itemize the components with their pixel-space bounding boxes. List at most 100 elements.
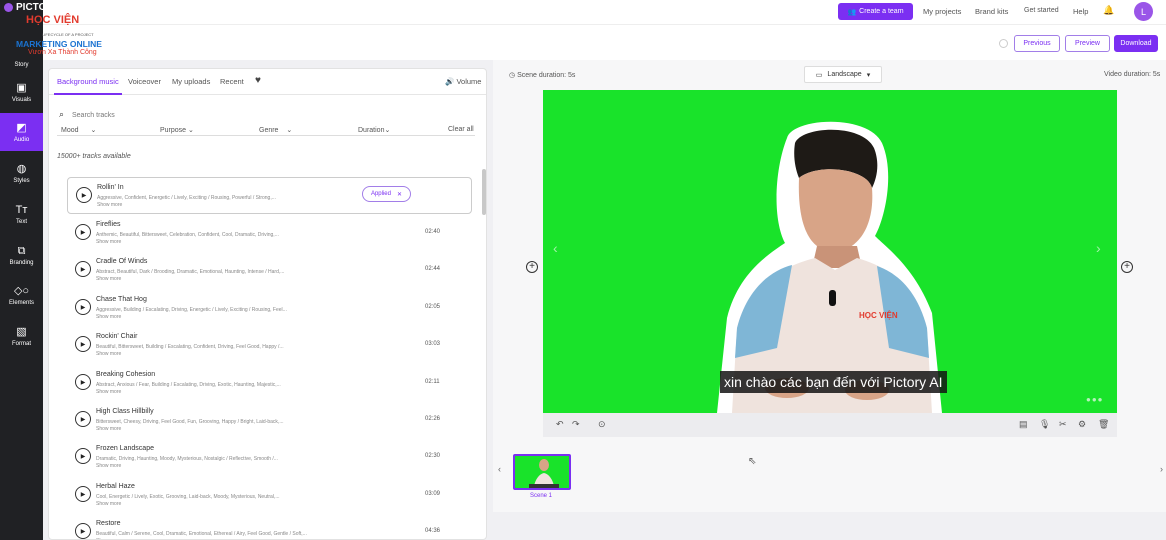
undo-icon[interactable]: ↶: [556, 419, 564, 430]
filter-genre[interactable]: Genre ⌄: [259, 126, 292, 134]
rail-item-label: Elements: [8, 299, 34, 306]
preview-button[interactable]: Preview: [1065, 35, 1110, 52]
show-more-link[interactable]: Show more: [96, 314, 121, 320]
download-button[interactable]: Download: [1114, 35, 1158, 52]
scissors-icon[interactable]: ✂: [1059, 419, 1067, 430]
add-scene-before-icon[interactable]: +: [526, 261, 538, 273]
filter-purpose[interactable]: Purpose ⌄: [160, 126, 194, 134]
clear-all-link[interactable]: Clear all: [448, 126, 474, 133]
create-team-button[interactable]: 👥 Create a team: [838, 3, 913, 20]
active-tab-indicator: [54, 93, 122, 95]
track-row[interactable]: ▶ Chase That Hog Aggressive, Building / Es…: [67, 290, 472, 327]
play-icon[interactable]: ▶: [76, 187, 92, 203]
search-tracks[interactable]: ⌕ Search tracks: [59, 109, 115, 120]
track-row[interactable]: ▶ Cradle Of Winds Abstract, Beautiful, Dar…: [67, 252, 472, 289]
audio-panel: Background music Voiceover My uploads Re…: [48, 68, 487, 540]
track-row[interactable]: ▶ Rollin' In Aggressive, Confident, Energe…: [67, 177, 472, 214]
track-row[interactable]: ▶ High Class Hillbilly Bittersweet, Cheesy…: [67, 402, 472, 439]
image-icon: ▣: [16, 81, 27, 94]
rail-item-elements[interactable]: ◇○ Elements: [0, 276, 43, 314]
play-icon[interactable]: ▶: [75, 336, 91, 352]
help-link[interactable]: Help: [1073, 7, 1088, 16]
track-tags: Bittersweet, Cheesy, Driving, Feel Good,…: [96, 419, 284, 425]
rail-item-label: Format: [11, 340, 31, 347]
subtitle-caption[interactable]: xin chào các bạn đến với Pictory AI: [720, 371, 947, 393]
track-row[interactable]: ▶ Herbal Haze Cool, Energetic / Lively, Ex…: [67, 477, 472, 514]
show-more-link[interactable]: Show more: [96, 351, 121, 357]
scene-duration: ◷ Scene duration: 5s: [509, 71, 575, 79]
track-tags: Aggressive, Confident, Energetic / Livel…: [97, 195, 276, 201]
prev-arrow-icon[interactable]: ‹: [553, 240, 558, 256]
more-dots-icon[interactable]: ●●●: [1086, 395, 1104, 404]
scrollbar[interactable]: [482, 169, 486, 215]
track-row[interactable]: ▶ Rockin' Chair Beautiful, Bittersweet, Bu…: [67, 327, 472, 364]
redo-icon[interactable]: ↷: [572, 419, 580, 430]
show-more-link[interactable]: Show more: [96, 426, 121, 432]
volume-button[interactable]: 🔊 Volume: [445, 77, 481, 86]
filter-label: Purpose: [160, 127, 187, 134]
tab-recent[interactable]: Recent: [220, 77, 244, 86]
avatar[interactable]: L: [1134, 2, 1153, 21]
show-more-link[interactable]: Show more: [96, 463, 121, 469]
tab-my-uploads[interactable]: My uploads: [172, 77, 210, 86]
applied-badge[interactable]: Applied ✕: [362, 186, 411, 202]
track-duration: 02:44: [425, 266, 441, 272]
video-canvas[interactable]: HỌC VIỆN ‹ › xin chào các bạn đến với Pi…: [543, 90, 1117, 413]
tab-voiceover[interactable]: Voiceover: [128, 77, 161, 86]
caption-icon[interactable]: ▤: [1019, 419, 1028, 430]
rail-item-branding[interactable]: ⧉ Branding: [0, 236, 43, 274]
show-more-link[interactable]: Show more: [97, 202, 122, 208]
music-icon: ◩: [16, 121, 27, 134]
show-more-link[interactable]: Show more: [96, 389, 121, 395]
timeline-prev-icon[interactable]: ‹: [498, 464, 501, 474]
rail-item-format[interactable]: ▧ Format: [0, 317, 43, 355]
filter-duration[interactable]: Duration⌄: [358, 126, 390, 134]
trash-icon[interactable]: 🗑: [1098, 419, 1109, 430]
filter-mood[interactable]: Mood ⌄: [61, 126, 96, 134]
caret-down-icon: ▾: [866, 71, 871, 79]
scene-thumbnail[interactable]: [513, 454, 571, 490]
next-arrow-icon[interactable]: ›: [1096, 240, 1101, 256]
play-icon[interactable]: ▶: [75, 448, 91, 464]
play-icon[interactable]: ▶: [75, 411, 91, 427]
rail-item-styles[interactable]: ◍ Styles: [0, 154, 43, 192]
search-input[interactable]: Search tracks: [72, 112, 115, 119]
show-more-link[interactable]: Show more: [96, 501, 121, 507]
track-row[interactable]: ▶ Restore Beautiful, Calm / Serene, Cool, …: [67, 514, 472, 539]
create-team-label: Create a team: [859, 8, 904, 15]
track-row[interactable]: ▶ Frozen Landscape Dramatic, Driving, Haun…: [67, 439, 472, 476]
get-started-link[interactable]: Get started: [1024, 7, 1059, 14]
brand-kits-link[interactable]: Brand kits: [975, 7, 1008, 16]
play-icon[interactable]: ▶: [75, 299, 91, 315]
track-duration: 03:09: [425, 491, 441, 497]
heart-icon[interactable]: ♥: [255, 75, 261, 86]
rail-item-visuals[interactable]: ▣ Visuals: [0, 73, 43, 111]
rail-item-text[interactable]: Tт Text: [0, 195, 43, 233]
play-icon[interactable]: ▶: [75, 374, 91, 390]
my-projects-link[interactable]: My projects: [923, 7, 961, 16]
play-icon[interactable]: ▶: [75, 486, 91, 502]
orientation-select[interactable]: ▭ Landscape ▾: [804, 66, 882, 83]
play-icon[interactable]: ▶: [75, 224, 91, 240]
bell-icon[interactable]: 🔔: [1103, 5, 1114, 16]
brand-logo: PICTORY LIFECYCLE OF A PROJECT HỌC VIỆN …: [4, 2, 124, 62]
previous-button[interactable]: Previous: [1014, 35, 1060, 52]
filter-label: Genre: [259, 127, 279, 134]
microphone-icon[interactable]: 🎙: [1039, 419, 1050, 430]
settings-icon[interactable]: ⚙: [1078, 419, 1086, 430]
close-icon[interactable]: ✕: [397, 191, 402, 198]
play-icon[interactable]: ▶: [75, 523, 91, 539]
play-icon[interactable]: ▶: [75, 261, 91, 277]
timeline-next-icon[interactable]: ›: [1160, 464, 1163, 474]
rail-item-label: Styles: [13, 177, 30, 184]
track-title: High Class Hillbilly: [96, 408, 154, 415]
show-more-link[interactable]: Show more: [96, 276, 121, 282]
record-icon[interactable]: ⊙: [598, 419, 606, 430]
tab-background-music[interactable]: Background music: [57, 77, 119, 86]
track-row[interactable]: ▶ Fireflies Anthemic, Beautiful, Bitterswe…: [67, 215, 472, 252]
rail-item-audio[interactable]: ◩ Audio: [0, 113, 43, 151]
track-row[interactable]: ▶ Breaking Cohesion Abstract, Anxious / Fe…: [67, 365, 472, 402]
show-more-link[interactable]: Show more: [96, 239, 121, 245]
screen-icon: ▭: [815, 71, 823, 79]
add-scene-after-icon[interactable]: +: [1121, 261, 1133, 273]
